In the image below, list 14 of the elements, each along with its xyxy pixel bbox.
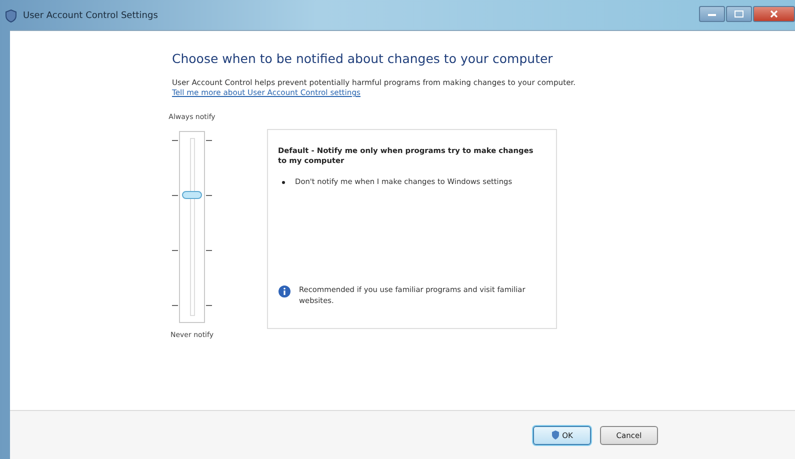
minimize-button[interactable] xyxy=(699,6,725,22)
window-title: User Account Control Settings xyxy=(23,11,158,21)
heading: Choose when to be notified about changes to your computer xyxy=(172,51,554,66)
minimize-icon xyxy=(707,11,717,17)
maximize-icon xyxy=(734,10,744,18)
bullet-icon xyxy=(282,180,285,184)
shield-icon xyxy=(4,9,18,23)
close-icon xyxy=(769,10,779,18)
notify-slider[interactable] xyxy=(171,131,213,323)
slider-thumb[interactable] xyxy=(182,190,202,199)
info-icon xyxy=(278,285,291,298)
shield-icon xyxy=(551,430,560,440)
close-button[interactable] xyxy=(753,6,795,22)
maximize-button[interactable] xyxy=(726,6,752,22)
